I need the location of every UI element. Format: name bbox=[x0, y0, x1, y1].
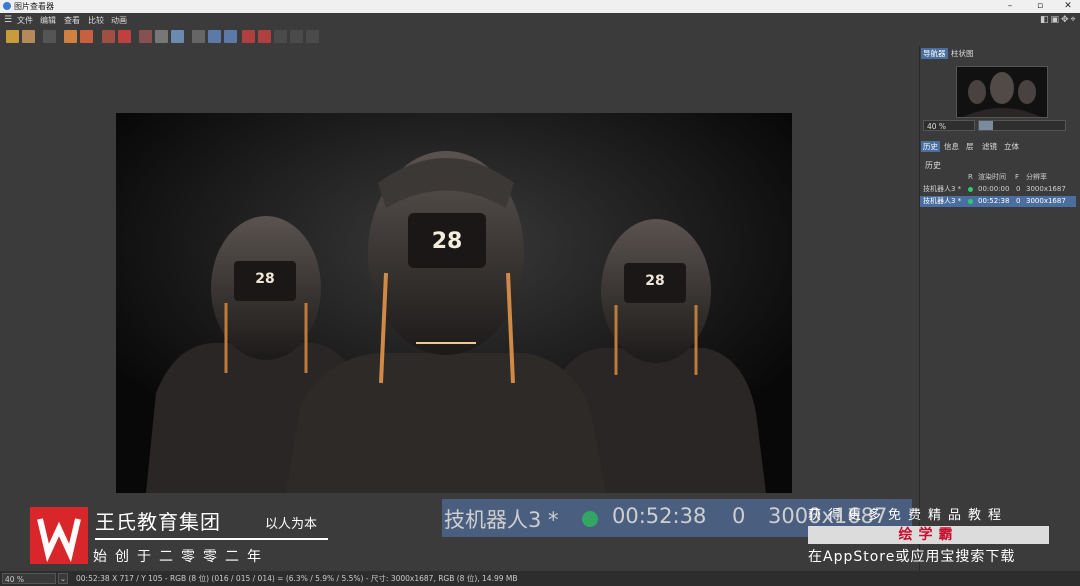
row-frame: 0 bbox=[1016, 185, 1021, 193]
window-title: 图片查看器 bbox=[14, 2, 54, 11]
history-header: R 渲染时间 F 分辨率 bbox=[920, 172, 1076, 183]
swap-icon[interactable] bbox=[306, 30, 319, 43]
org-slogan: 以人为本 bbox=[265, 517, 318, 532]
tab-filter[interactable]: 滤镜 bbox=[980, 141, 999, 152]
delete-icon[interactable] bbox=[43, 30, 56, 43]
compare-b-icon[interactable] bbox=[80, 30, 93, 43]
save-icon[interactable] bbox=[22, 30, 35, 43]
zoom-status-dot-icon bbox=[582, 511, 598, 527]
hamburger-icon[interactable]: ☰ bbox=[4, 15, 12, 25]
zoom-slider-handle[interactable] bbox=[979, 121, 993, 130]
menu-edit[interactable]: 编辑 bbox=[40, 15, 56, 26]
status-dot-icon bbox=[968, 199, 973, 204]
chevron-down-icon[interactable]: ⌄ bbox=[58, 573, 68, 584]
compare-a-icon[interactable] bbox=[64, 30, 77, 43]
badge-left: 28 bbox=[255, 271, 274, 287]
tab-layer[interactable]: 层 bbox=[964, 141, 976, 152]
status-bar: 40 % ⌄ 00:52:38 X 717 / Y 105 - RGB (8 位… bbox=[0, 571, 1080, 586]
row-name: 技机器人3 * bbox=[923, 185, 962, 193]
status-dot-icon bbox=[968, 187, 973, 192]
row-frame: 0 bbox=[1016, 197, 1021, 205]
menu-compare[interactable]: 比较 bbox=[88, 15, 104, 26]
org-founded: 始创于二零零二年 bbox=[93, 549, 269, 565]
side-panel: 导航器 柱状图 40 % 历史 信息 层 滤镜 立体 历史 R 渲染时间 F 分… bbox=[919, 46, 1080, 571]
navigator-thumbnail-image bbox=[957, 67, 1047, 117]
channel-icon[interactable] bbox=[192, 30, 205, 43]
history-row-selected[interactable]: 技机器人3 * 00:52:38 0 3000x1687 bbox=[920, 196, 1076, 207]
split-icon[interactable] bbox=[274, 30, 287, 43]
row-name: 技机器人3 * bbox=[923, 197, 962, 205]
zoom-name: 技机器人3 * bbox=[444, 508, 559, 532]
promo-line1: 获得更多免费精品教程 bbox=[808, 508, 1009, 523]
row-res: 3000x1687 bbox=[1026, 185, 1066, 193]
panel-layout-icons: ◧▣✥⌖ bbox=[1040, 15, 1078, 25]
split2-icon[interactable] bbox=[290, 30, 303, 43]
col-resolution: 分辨率 bbox=[1026, 173, 1047, 181]
zoom-time: 00:52:38 bbox=[612, 504, 707, 528]
col-render-time: 渲染时间 bbox=[978, 173, 1006, 181]
navigator-zoom-field[interactable]: 40 % bbox=[923, 120, 975, 131]
grid-icon[interactable] bbox=[155, 30, 168, 43]
robot-render: 28 28 28 bbox=[116, 113, 792, 493]
col-frame: F bbox=[1015, 173, 1020, 181]
menu-view[interactable]: 查看 bbox=[64, 15, 80, 26]
copy-icon[interactable] bbox=[102, 30, 115, 43]
badge-center: 28 bbox=[432, 229, 463, 254]
layer-icon[interactable] bbox=[139, 30, 152, 43]
paste-icon[interactable] bbox=[118, 30, 131, 43]
fit-icon[interactable] bbox=[208, 30, 221, 43]
badge-right: 28 bbox=[645, 273, 664, 289]
row-res: 3000x1687 bbox=[1026, 197, 1066, 205]
toolbar bbox=[0, 28, 920, 46]
org-divider bbox=[95, 538, 328, 540]
tab-histogram[interactable]: 柱状图 bbox=[949, 48, 976, 59]
filter-icon[interactable] bbox=[171, 30, 184, 43]
tab-stereo[interactable]: 立体 bbox=[1002, 141, 1021, 152]
minimize-button[interactable]: – bbox=[996, 0, 1024, 13]
a-icon[interactable] bbox=[242, 30, 255, 43]
title-bar: 图片查看器 – ▫ ✕ bbox=[0, 0, 1080, 13]
app-icon bbox=[3, 2, 11, 10]
promo-brand: 绘学霸 bbox=[898, 527, 959, 543]
maximize-button[interactable]: ▫ bbox=[1026, 0, 1054, 13]
col-r: R bbox=[968, 173, 973, 181]
menu-animation[interactable]: 动画 bbox=[111, 15, 127, 26]
navigator-thumbnail[interactable] bbox=[956, 66, 1048, 118]
tab-navigator[interactable]: 导航器 bbox=[921, 48, 948, 59]
tab-info[interactable]: 信息 bbox=[942, 141, 961, 152]
row-time: 00:52:38 bbox=[978, 197, 1010, 205]
navigator-zoom-slider[interactable] bbox=[978, 120, 1066, 131]
w-logo-icon bbox=[37, 518, 81, 563]
open-icon[interactable] bbox=[6, 30, 19, 43]
org-name: 王氏教育集团 bbox=[95, 510, 221, 534]
zoom-frame: 0 bbox=[732, 504, 746, 528]
close-button[interactable]: ✕ bbox=[1054, 0, 1080, 13]
promo-line3: 在AppStore或应用宝搜索下载 bbox=[808, 549, 1016, 565]
menu-file[interactable]: 文件 bbox=[17, 15, 33, 26]
status-zoom-select[interactable]: 40 % bbox=[2, 573, 56, 584]
status-text: 00:52:38 X 717 / Y 105 - RGB (8 位) (016 … bbox=[76, 574, 518, 583]
org-logo bbox=[30, 507, 88, 564]
zoom-icon[interactable] bbox=[224, 30, 237, 43]
promo-brand-bar: 绘学霸 bbox=[808, 526, 1049, 544]
history-title: 历史 bbox=[925, 161, 941, 170]
render-image[interactable]: 28 28 28 bbox=[116, 113, 792, 493]
row-time: 00:00:00 bbox=[978, 185, 1010, 193]
menu-bar: ☰ 文件 编辑 查看 比较 动画 bbox=[0, 13, 920, 27]
b-icon[interactable] bbox=[258, 30, 271, 43]
tab-history[interactable]: 历史 bbox=[921, 141, 940, 152]
history-row[interactable]: 技机器人3 * 00:00:00 0 3000x1687 bbox=[920, 184, 1076, 195]
